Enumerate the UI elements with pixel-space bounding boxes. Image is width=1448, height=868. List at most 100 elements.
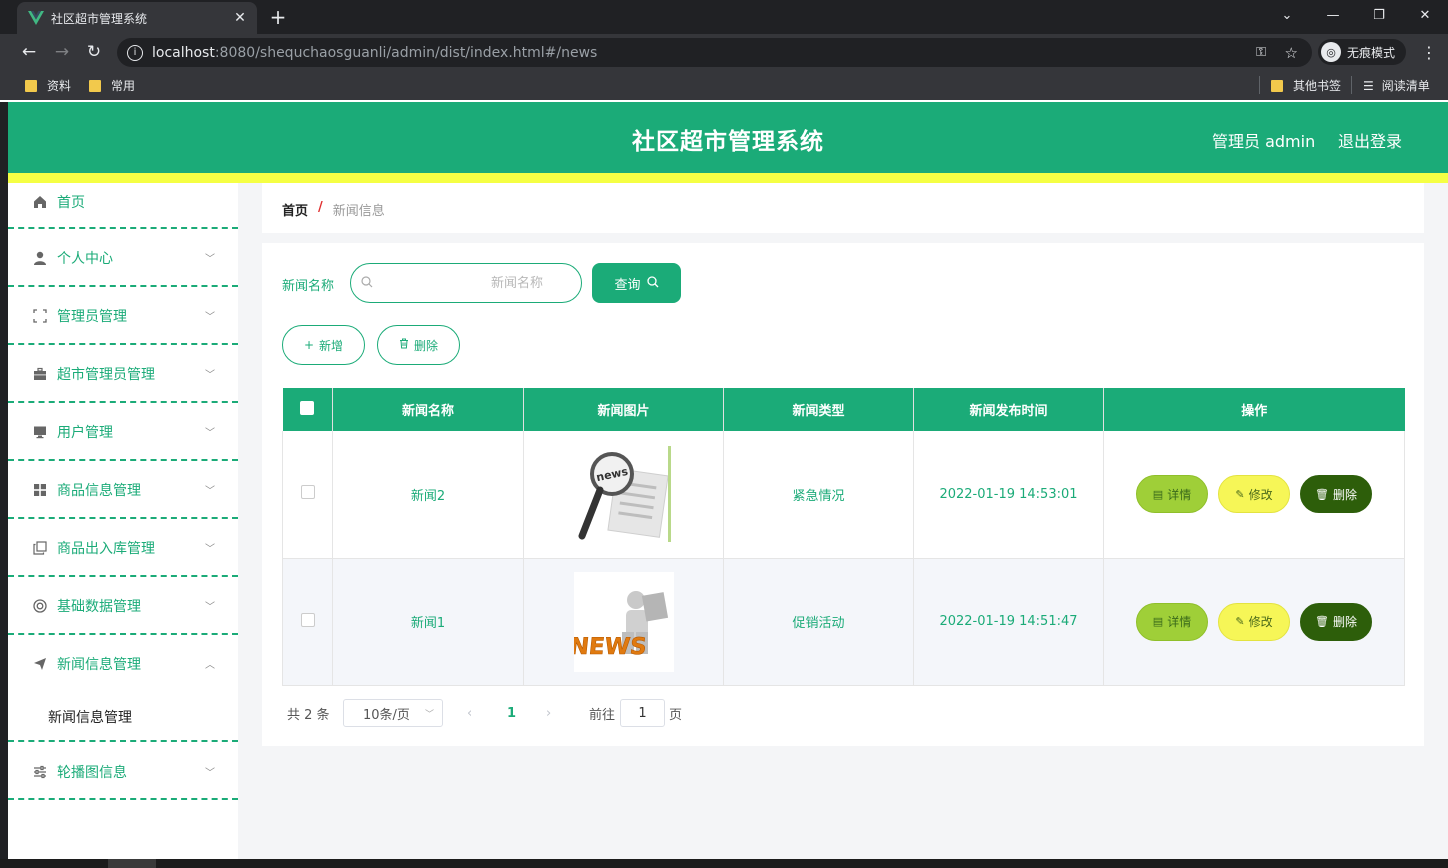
sidebar-item-admins[interactable]: 管理员管理 ﹀ [8,293,238,338]
sidebar-subitem-news[interactable]: 新闻信息管理 [48,707,132,727]
sidebar-divider [8,227,238,229]
sidebar-divider [8,740,238,742]
bookmark-divider [1351,76,1352,94]
sidebar-item-market-admins[interactable]: 超市管理员管理 ﹀ [8,351,238,396]
news-image-cell: news [523,431,724,559]
site-info-icon[interactable]: i [127,44,143,61]
key-icon[interactable]: ⚿ [1256,45,1266,60]
sidebar-item-carousel[interactable]: 轮播图信息 ﹀ [8,749,238,794]
select-all-checkbox[interactable] [300,400,315,415]
sidebar-item-stock[interactable]: 商品出入库管理 ﹀ [8,525,238,570]
sidebar-item-home[interactable]: 首页 [8,179,238,224]
news-table: 新闻名称 新闻图片 新闻类型 新闻发布时间 操作 新闻2 news 紧急情况 2… [282,388,1405,686]
tab-search-icon[interactable]: ⌄ [1272,4,1302,26]
column-header: 操作 [1103,388,1405,431]
breadcrumb-current: 新闻信息 [332,204,385,219]
column-header: 新闻图片 [523,388,724,431]
sidebar-divider [8,401,238,403]
chevron-down-icon: ﹀ [205,370,215,381]
folder-icon [1271,79,1283,92]
new-tab-icon[interactable]: + [268,6,288,28]
breadcrumb-home[interactable]: 首页 [282,200,308,219]
user-icon [32,250,48,266]
restore-icon[interactable]: ❐ [1364,4,1394,26]
row-actions: ▤ 详情 ✎ 修改 🗑︎ 删除 [1103,431,1405,559]
pencil-icon: ✎ [1235,615,1245,628]
browser-menu-icon[interactable]: ⋮ [1421,43,1437,62]
query-button[interactable]: 查询 [592,263,681,303]
folder-icon [25,79,37,92]
table-header-row: 新闻名称 新闻图片 新闻类型 新闻发布时间 操作 [282,388,1405,431]
next-page-icon[interactable]: › [546,706,551,721]
taskbar-item[interactable] [108,859,156,868]
detail-button[interactable]: ▤ 详情 [1136,602,1208,641]
delete-button[interactable]: 🗑︎ 删除 [1300,602,1372,641]
bookmark-folder[interactable]: 资料 [25,77,71,94]
page-number[interactable]: 1 [507,706,516,721]
page-size-select[interactable]: 10条/页 ﹀ [343,699,443,727]
goto-page-input[interactable] [620,699,665,727]
chevron-down-icon: ﹀ [205,254,215,265]
sidebar-divider [8,285,238,287]
delete-button[interactable]: 🗑︎ 删除 [1300,475,1372,514]
news-type: 促销活动 [723,558,914,686]
column-header[interactable]: 新闻发布时间 [913,388,1104,431]
table-row: 新闻1 NEWS 促销活动 2022-01-19 14:51:47 ▤ 详情 ✎… [282,558,1405,686]
incognito-icon: ◎ [1321,42,1341,62]
back-icon[interactable]: ← [18,41,40,63]
sidebar-item-products[interactable]: 商品信息管理 ﹀ [8,467,238,512]
document-icon: ▤ [1152,487,1164,501]
chevron-down-icon: ﹀ [205,428,215,439]
bookmark-divider [1259,76,1260,94]
sliders-icon [32,764,48,780]
detail-button[interactable]: ▤ 详情 [1136,475,1208,514]
column-header[interactable]: 新闻类型 [723,388,914,431]
column-header[interactable]: 新闻名称 [332,388,524,431]
prev-page-icon[interactable]: ‹ [467,706,472,721]
batch-delete-button[interactable]: 删除 [377,325,460,365]
incognito-badge[interactable]: ◎ 无痕模式 [1318,39,1406,65]
news-time: 2022-01-19 14:51:47 [913,558,1104,686]
chevron-down-icon: ﹀ [205,768,215,779]
add-button[interactable]: + 新增 [282,325,365,365]
forward-icon[interactable]: → [51,41,73,63]
pagination: 共 2 条 10条/页 ﹀ ‹ 1 › 前往 页 [287,699,787,727]
search-field[interactable] [350,263,582,303]
sidebar-item-basic-data[interactable]: 基础数据管理 ﹀ [8,583,238,628]
bookmark-folder[interactable]: 其他书签 [1271,77,1341,94]
bookmarks-bar: 资料 常用 其他书签 ☰ 阅读清单 [0,70,1448,100]
sidebar: 首页 个人中心 ﹀ 管理员管理 ﹀ 超市管理员管理 ﹀ 用户管理 ﹀ 商品信息管… [8,183,238,859]
close-tab-icon[interactable]: ✕ [231,9,249,27]
pencil-icon: ✎ [1235,487,1245,501]
news-image-cell: NEWS [523,558,724,686]
close-window-icon[interactable]: ✕ [1410,4,1440,26]
minimize-icon[interactable]: — [1318,4,1348,26]
browser-toolbar: ← → ↻ i localhost:8080/shequchaosguanli/… [0,34,1448,70]
address-bar[interactable]: i localhost:8080/shequchaosguanli/admin/… [117,38,1312,67]
logout-link[interactable]: 退出登录 [1338,128,1402,152]
news-figure-image[interactable]: NEWS [573,571,674,672]
reload-icon[interactable]: ↻ [83,41,105,63]
bookmark-folder[interactable]: 常用 [89,77,135,94]
news-magnifier-image[interactable]: news [573,444,674,545]
page-suffix: 页 [669,707,683,723]
search-icon [361,275,373,291]
news-name: 新闻2 [332,431,524,559]
browser-tab[interactable]: 社区超市管理系统 ✕ [17,2,257,34]
chevron-down-icon: ﹀ [205,544,215,555]
sidebar-item-news[interactable]: 新闻信息管理 ︿ [8,641,238,686]
svg-text:NEWS: NEWS [574,634,648,660]
bookmark-star-icon[interactable]: ☆ [1285,44,1298,62]
search-input[interactable] [381,265,573,301]
main-content: 首页 / 新闻信息 新闻名称 查询 + 新增 删除 [238,183,1448,859]
row-checkbox[interactable] [300,612,315,627]
edit-button[interactable]: ✎ 修改 [1218,602,1290,641]
edit-button[interactable]: ✎ 修改 [1218,475,1290,514]
reading-list[interactable]: ☰ 阅读清单 [1363,77,1430,94]
row-checkbox[interactable] [300,485,315,500]
sidebar-item-profile[interactable]: 个人中心 ﹀ [8,235,238,280]
sidebar-item-users[interactable]: 用户管理 ﹀ [8,409,238,454]
news-name: 新闻1 [332,558,524,686]
breadcrumb: 首页 / 新闻信息 [282,200,385,219]
home-icon [32,194,48,210]
